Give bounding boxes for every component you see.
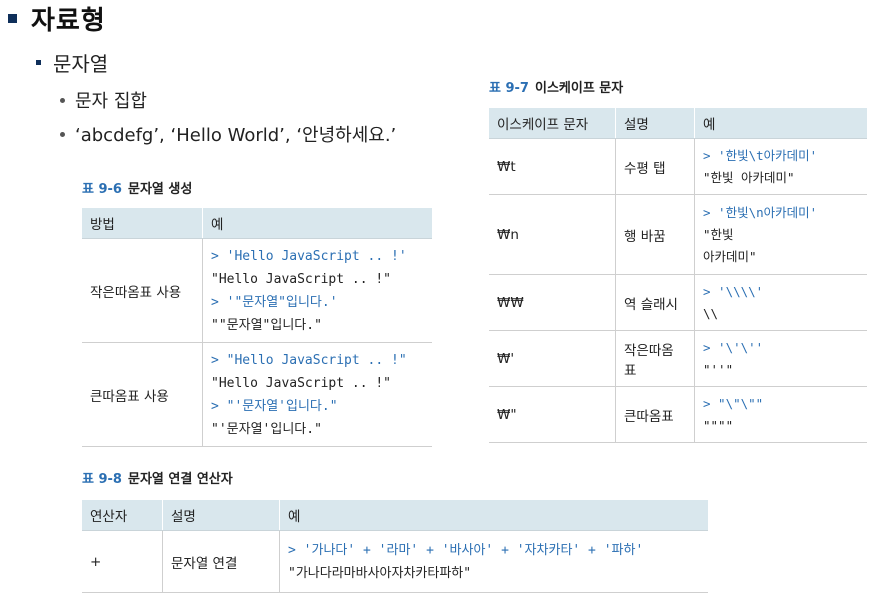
code-line: "한빛 아카데미": [703, 169, 795, 185]
code-line: > '가나다' + '라마' + '바사아' + '자차카타' + '파하': [288, 542, 644, 558]
table-number: 표 9-6: [82, 182, 122, 197]
description-cell: 행 바꿈: [615, 194, 695, 275]
section-heading-text: 문자열: [53, 52, 109, 76]
code-line: ""문자열"입니다.": [211, 317, 322, 333]
column-header: 예: [694, 108, 867, 139]
example-cell: > '\\\\' \\: [694, 274, 867, 331]
code-line: > "Hello JavaScript .. !": [211, 352, 407, 368]
example-cell: > '한빛\t아카데미' "한빛 아카데미": [694, 138, 867, 195]
escape-cell: ₩t: [489, 138, 616, 195]
code-line: "Hello JavaScript .. !": [211, 271, 392, 287]
dot-bullet-icon: [60, 97, 65, 103]
bullet-text: 문자 집합: [75, 91, 147, 112]
table-title: 문자열 연결 연산자: [127, 472, 233, 487]
table-row: 작은따옴표 사용 > 'Hello JavaScript .. !' "Hell…: [82, 238, 432, 343]
example-cell: > 'Hello JavaScript .. !' "Hello JavaScr…: [202, 238, 432, 343]
code-line: > "'문자열'입니다.": [211, 398, 338, 414]
code-line: "'문자열'입니다.": [211, 421, 322, 437]
bullet-text: ‘abcdefg’, ‘Hello World’, ‘안녕하세요.’: [75, 125, 397, 146]
square-bullet-icon: [8, 14, 17, 23]
method-cell: 작은따옴표 사용: [82, 238, 203, 343]
table-row: ₩t 수평 탭 > '한빛\t아카데미' "한빛 아카데미": [489, 138, 867, 195]
bullet-item: ‘abcdefg’, ‘Hello World’, ‘안녕하세요.’: [60, 121, 396, 147]
description-cell: 수평 탭: [615, 138, 695, 195]
table-row: ₩" 큰따옴표 > "\"\"" """": [489, 386, 867, 443]
column-header: 설명: [615, 108, 695, 139]
code-line: """": [703, 417, 734, 433]
code-line: > '\\\\': [703, 283, 764, 299]
code-line: > '\'\'': [703, 339, 764, 355]
example-cell: > "\"\"" """": [694, 386, 867, 443]
code-line: > '한빛\n아카데미': [703, 204, 818, 220]
slide-title: 자료형: [8, 0, 106, 37]
code-line: "''": [703, 361, 734, 377]
table-9-8: 연산자 설명 예 + 문자열 연결 > '가나다' + '라마' + '바사아'…: [82, 500, 708, 593]
description-cell: 문자열 연결: [162, 530, 280, 593]
code-line: 아카데미": [703, 248, 757, 264]
code-line: "한빛: [703, 226, 734, 242]
code-line: "Hello JavaScript .. !": [211, 375, 392, 391]
column-header: 설명: [162, 500, 280, 531]
example-cell: > '한빛\n아카데미' "한빛 아카데미": [694, 194, 867, 275]
table-number: 표 9-8: [82, 472, 122, 487]
description-cell: 큰따옴표: [615, 386, 695, 443]
table-number: 표 9-7: [489, 81, 529, 96]
code-line: > "\"\"": [703, 395, 764, 411]
operator-cell: +: [82, 530, 163, 593]
dot-bullet-icon: [60, 131, 65, 137]
code-line: > '한빛\t아카데미': [703, 147, 818, 163]
table-9-6-caption: 표 9-6 문자열 생성: [82, 178, 192, 197]
table-9-7-caption: 표 9-7 이스케이프 문자: [489, 77, 623, 96]
code-line: > 'Hello JavaScript .. !': [211, 248, 407, 264]
code-line: > '"문자열"입니다.': [211, 294, 338, 310]
code-line: "가나다라마바사아자차카타파하": [288, 565, 472, 581]
table-9-6: 방법 예 작은따옴표 사용 > 'Hello JavaScript .. !' …: [82, 208, 432, 447]
column-header: 방법: [82, 208, 203, 239]
column-header: 예: [202, 208, 432, 239]
table-row: 큰따옴표 사용 > "Hello JavaScript .. !" "Hello…: [82, 342, 432, 447]
description-cell: 역 슬래시: [615, 274, 695, 331]
escape-cell: ₩': [489, 330, 616, 387]
table-title: 이스케이프 문자: [534, 81, 624, 96]
column-header: 이스케이프 문자: [489, 108, 616, 139]
escape-cell: ₩n: [489, 194, 616, 275]
method-cell: 큰따옴표 사용: [82, 342, 203, 447]
code-line: \\: [703, 305, 719, 321]
table-row: + 문자열 연결 > '가나다' + '라마' + '바사아' + '자차카타'…: [82, 530, 708, 593]
bullet-item: 문자 집합: [60, 87, 147, 113]
table-9-7: 이스케이프 문자 설명 예 ₩t 수평 탭 > '한빛\t아카데미' "한빛 아…: [489, 108, 867, 443]
example-cell: > "Hello JavaScript .. !" "Hello JavaScr…: [202, 342, 432, 447]
section-heading: 문자열: [36, 48, 108, 77]
table-row: ₩₩ 역 슬래시 > '\\\\' \\: [489, 274, 867, 331]
table-row: ₩' 작은따옴표 > '\'\'' "''": [489, 330, 867, 387]
escape-cell: ₩₩: [489, 274, 616, 331]
example-cell: > '\'\'' "''": [694, 330, 867, 387]
column-header: 예: [279, 500, 708, 531]
escape-cell: ₩": [489, 386, 616, 443]
heading-text: 자료형: [31, 6, 106, 36]
table-title: 문자열 생성: [127, 182, 193, 197]
example-cell: > '가나다' + '라마' + '바사아' + '자차카타' + '파하' "…: [279, 530, 708, 593]
square-bullet-icon: [36, 60, 41, 65]
table-9-8-caption: 표 9-8 문자열 연결 연산자: [82, 468, 233, 487]
column-header: 연산자: [82, 500, 163, 531]
description-cell: 작은따옴표: [615, 330, 695, 387]
table-row: ₩n 행 바꿈 > '한빛\n아카데미' "한빛 아카데미": [489, 194, 867, 275]
